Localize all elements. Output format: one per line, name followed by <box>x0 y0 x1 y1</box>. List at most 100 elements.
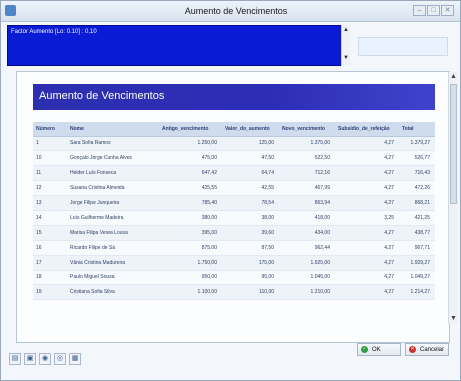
table-cell: 475,00 <box>159 150 222 167</box>
table-cell: 18 <box>33 270 67 286</box>
settings-icon[interactable]: ◎ <box>54 353 66 365</box>
table-cell: 3,25 <box>335 210 399 226</box>
cancel-label: Cancelar <box>420 346 445 353</box>
table-cell: 647,42 <box>159 165 222 182</box>
table-row: 19 Cristiana Sofia Silva 1.100,00 110,00 1.2… <box>33 284 435 301</box>
table-cell: 175,00 <box>222 255 279 271</box>
table-cell: 1.250,00 <box>159 136 222 152</box>
table-cell: 1.214,27 <box>399 284 435 301</box>
table-cell: 4,27 <box>335 165 399 182</box>
table-cell: 4,27 <box>335 270 399 286</box>
table-cell: Jorge Filipe Junqueira <box>67 195 159 211</box>
application-window: Aumento de Vencimentos – □ ✕ Factor Aume… <box>0 0 461 381</box>
table-cell: 15 <box>33 225 67 241</box>
column-header: Total <box>399 122 435 137</box>
globe-icon[interactable]: ◉ <box>39 353 51 365</box>
table-cell: 1 <box>33 136 67 152</box>
table-cell: 716,43 <box>399 165 435 182</box>
scrollbar-thumb[interactable] <box>450 84 457 204</box>
table-row: 18 Paulo Miguel Sousa 950,00 95,00 1.045,00 4… <box>33 270 435 286</box>
factor-label: Factor Aumento [Lo: 0.10] : 0,10 <box>11 29 97 35</box>
table-cell: 14 <box>33 210 67 226</box>
factor-scrollbar[interactable]: ▲ ▼ <box>341 25 350 66</box>
table-cell: 4,27 <box>335 255 399 271</box>
table-cell: Susana Cristina Almeida <box>67 180 159 197</box>
table-cell: 967,71 <box>399 240 435 256</box>
table-cell: 4,27 <box>335 240 399 256</box>
table-cell: 950,00 <box>159 270 222 286</box>
table-cell: Sara Sofia Ramos <box>67 136 159 152</box>
check-icon: ✓ <box>361 346 368 353</box>
column-header: Nome <box>67 122 159 137</box>
table-cell: 863,94 <box>279 195 335 211</box>
table-cell: 421,25 <box>399 210 435 226</box>
report-scrollbar[interactable]: ▲ ▼ <box>448 72 458 324</box>
table-cell: 472,26 <box>399 180 435 197</box>
table-cell: 1.750,00 <box>159 255 222 271</box>
scroll-up-arrow-icon[interactable]: ▲ <box>342 25 350 35</box>
close-button[interactable]: ✕ <box>441 5 454 16</box>
table-cell: 11 <box>33 165 67 182</box>
folder-icon[interactable]: ▣ <box>24 353 36 365</box>
ok-label: OK <box>372 346 381 353</box>
table-cell: 1.045,00 <box>279 270 335 286</box>
table-cell: 4,27 <box>335 136 399 152</box>
table-row: 16 Ricardo Filipe de Sá 875,00 87,50 962,44 4… <box>33 240 435 256</box>
table-header-row: Número Nome Antigo_vencimento Valor_do_a… <box>33 122 435 137</box>
table-row: 12 Susana Cristina Almeida 425,55 42,55 467,… <box>33 180 435 197</box>
table-cell: 1.379,27 <box>399 136 435 152</box>
window-title: Aumento de Vencimentos <box>184 6 288 16</box>
scroll-down-arrow-icon[interactable]: ▼ <box>449 314 458 324</box>
minimize-button[interactable]: – <box>413 5 426 16</box>
table-cell: Ricardo Filipe de Sá <box>67 240 159 256</box>
apply-button[interactable] <box>358 37 448 56</box>
cancel-icon: ✕ <box>409 346 416 353</box>
table-row: 15 Marisa Filipa Verea Lousa 395,00 39,60 43… <box>33 225 435 241</box>
table-cell: 1.049,27 <box>399 270 435 286</box>
cancel-button[interactable]: ✕ Cancelar <box>405 343 449 356</box>
table-cell: 418,00 <box>279 210 335 226</box>
column-header: Valor_do_aumento <box>222 122 279 137</box>
table-row: 17 Vânia Cristina Madureira 1.750,00 175,00… <box>33 255 435 271</box>
table-cell: 110,00 <box>222 284 279 301</box>
scroll-down-arrow-icon[interactable]: ▼ <box>342 53 350 63</box>
table-cell: 38,00 <box>222 210 279 226</box>
table-cell: 19 <box>33 284 67 301</box>
report-preview: Aumento de Vencimentos Número Nome Antig… <box>16 71 450 343</box>
table-cell: 425,55 <box>159 180 222 197</box>
table-cell: 868,21 <box>399 195 435 211</box>
export-icon[interactable]: ▦ <box>69 353 81 365</box>
table-cell: Luís Guilherme Madeira <box>67 210 159 226</box>
table-cell: 434,00 <box>279 225 335 241</box>
table-cell: 4,27 <box>335 284 399 301</box>
table-cell: 87,50 <box>222 240 279 256</box>
table-row: 14 Luís Guilherme Madeira 380,00 38,00 418,0… <box>33 210 435 226</box>
table-cell: 4,27 <box>335 180 399 197</box>
table-cell: 42,55 <box>222 180 279 197</box>
title-bar: Aumento de Vencimentos – □ ✕ <box>1 1 460 22</box>
table-cell: 712,16 <box>279 165 335 182</box>
table-cell: 438,77 <box>399 225 435 241</box>
table-cell: 380,00 <box>159 210 222 226</box>
ok-button[interactable]: ✓ OK <box>357 343 401 356</box>
table-row: 13 Jorge Filipe Junqueira 785,40 78,54 863,9… <box>33 195 435 211</box>
table-cell: 4,27 <box>335 225 399 241</box>
print-icon[interactable]: ▤ <box>9 353 21 365</box>
window-controls: – □ ✕ <box>413 5 454 16</box>
maximize-button[interactable]: □ <box>427 5 440 16</box>
scroll-up-arrow-icon[interactable]: ▲ <box>449 72 458 82</box>
table-cell: 16 <box>33 240 67 256</box>
column-header: Subsídio_de_refeição <box>335 122 399 137</box>
column-header: Novo_vencimento <box>279 122 335 137</box>
factor-input-panel[interactable]: Factor Aumento [Lo: 0.10] : 0,10 <box>7 25 343 66</box>
app-icon <box>5 5 16 16</box>
table-cell: 875,00 <box>159 240 222 256</box>
table-row: 11 Helder Luís Fonseca 647,42 64,74 712,16 4,… <box>33 165 435 182</box>
table-cell: 125,00 <box>222 136 279 152</box>
table-cell: 785,40 <box>159 195 222 211</box>
report-toolbar: ▤ ▣ ◉ ◎ ▦ <box>9 353 81 365</box>
table-cell: Gonçalo Jorge Cunha Alves <box>67 150 159 167</box>
table-cell: 13 <box>33 195 67 211</box>
table-cell: 4,27 <box>335 150 399 167</box>
table-row: 1 Sara Sofia Ramos 1.250,00 125,00 1.375,00 4… <box>33 136 435 152</box>
